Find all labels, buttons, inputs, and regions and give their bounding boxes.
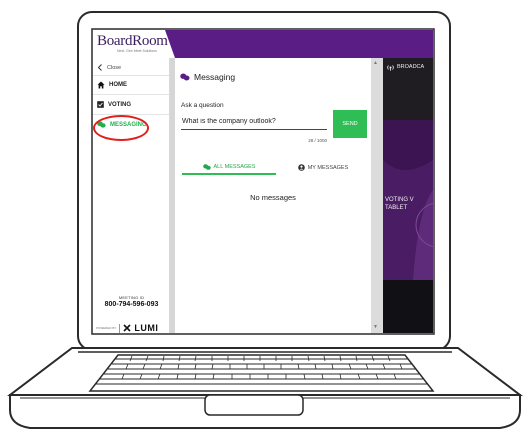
sidebar-item-voting[interactable]: VOTING xyxy=(97,101,131,108)
laptop-illustration: BoardRoom Next. Gen Meet Solutions Close… xyxy=(0,0,530,445)
sidebar-item-home[interactable]: HOME xyxy=(97,81,127,89)
powered-by-label: POWERED BY xyxy=(96,326,117,330)
character-counter: 28 / 1000 xyxy=(308,138,327,143)
sidebar-divider xyxy=(93,94,169,95)
tab-all-messages[interactable]: ALL MESSAGES xyxy=(182,160,276,175)
chat-bubbles-icon xyxy=(202,163,211,170)
sidebar-item-label: HOME xyxy=(109,82,127,88)
question-input[interactable] xyxy=(181,114,327,130)
meeting-id-value: 800-794-596-093 xyxy=(104,301,159,308)
laptop-screen: BoardRoom Next. Gen Meet Solutions Close… xyxy=(93,30,433,333)
brand-name: BoardRoom xyxy=(97,33,168,49)
messaging-header: Messaging xyxy=(180,72,235,82)
broadcast-icon xyxy=(387,64,394,71)
tab-label: ALL MESSAGES xyxy=(213,163,256,170)
scroll-down-arrow-icon[interactable]: ▼ xyxy=(373,324,378,330)
powered-by-lumi: POWERED BY LUMI xyxy=(96,323,158,333)
highlight-circle xyxy=(93,115,149,141)
tab-my-messages[interactable]: MY MESSAGES xyxy=(276,160,370,175)
sidebar-divider xyxy=(93,75,169,76)
chevron-left-icon xyxy=(97,64,102,71)
video-caption-line: TABLET xyxy=(385,205,408,211)
empty-state-text: No messages xyxy=(250,193,296,202)
brand-tagline: Next. Gen Meet Solutions xyxy=(117,49,157,53)
broadcast-label: BROADCA xyxy=(397,64,425,70)
sidebar-close-button[interactable]: Close xyxy=(97,64,121,71)
meeting-id-label: MEETING ID xyxy=(118,295,145,300)
lumi-logo-text: LUMI xyxy=(134,323,159,333)
sidebar: Close HOME VOTING MESSAGING MEETING ID 8… xyxy=(93,58,170,333)
broadcast-footer xyxy=(383,280,433,333)
panel-scrollbar[interactable] xyxy=(371,58,383,333)
video-caption: VOTING V TABLET xyxy=(385,196,433,212)
broadcast-header: BROADCA xyxy=(383,58,433,76)
chat-bubbles-icon xyxy=(180,73,190,81)
sidebar-close-label: Close xyxy=(107,64,122,71)
messaging-title: Messaging xyxy=(194,72,236,82)
video-caption-line: VOTING V xyxy=(385,197,414,203)
sidebar-divider xyxy=(93,114,169,115)
header-banner xyxy=(165,30,433,58)
user-circle-icon xyxy=(297,164,305,171)
boardroom-logo: BoardRoom Next. Gen Meet Solutions xyxy=(97,34,168,54)
send-button[interactable]: SEND xyxy=(333,110,367,138)
broadcast-video[interactable]: VOTING V TABLET xyxy=(383,120,433,280)
ask-question-label: Ask a question xyxy=(181,102,224,109)
sidebar-item-label: VOTING xyxy=(108,101,132,108)
home-icon xyxy=(97,81,105,89)
app-header: BoardRoom Next. Gen Meet Solutions xyxy=(93,30,433,58)
messaging-panel: Messaging Ask a question 28 / 1000 SEND … xyxy=(175,58,371,333)
ballot-icon xyxy=(97,101,104,108)
scroll-up-arrow-icon[interactable]: ▲ xyxy=(373,60,378,66)
powered-by-divider xyxy=(119,323,121,333)
lumi-x-logo-icon xyxy=(123,324,131,332)
broadcast-panel: BROADCA VOTING V TABLET xyxy=(383,58,433,333)
tab-label: MY MESSAGES xyxy=(307,164,349,171)
